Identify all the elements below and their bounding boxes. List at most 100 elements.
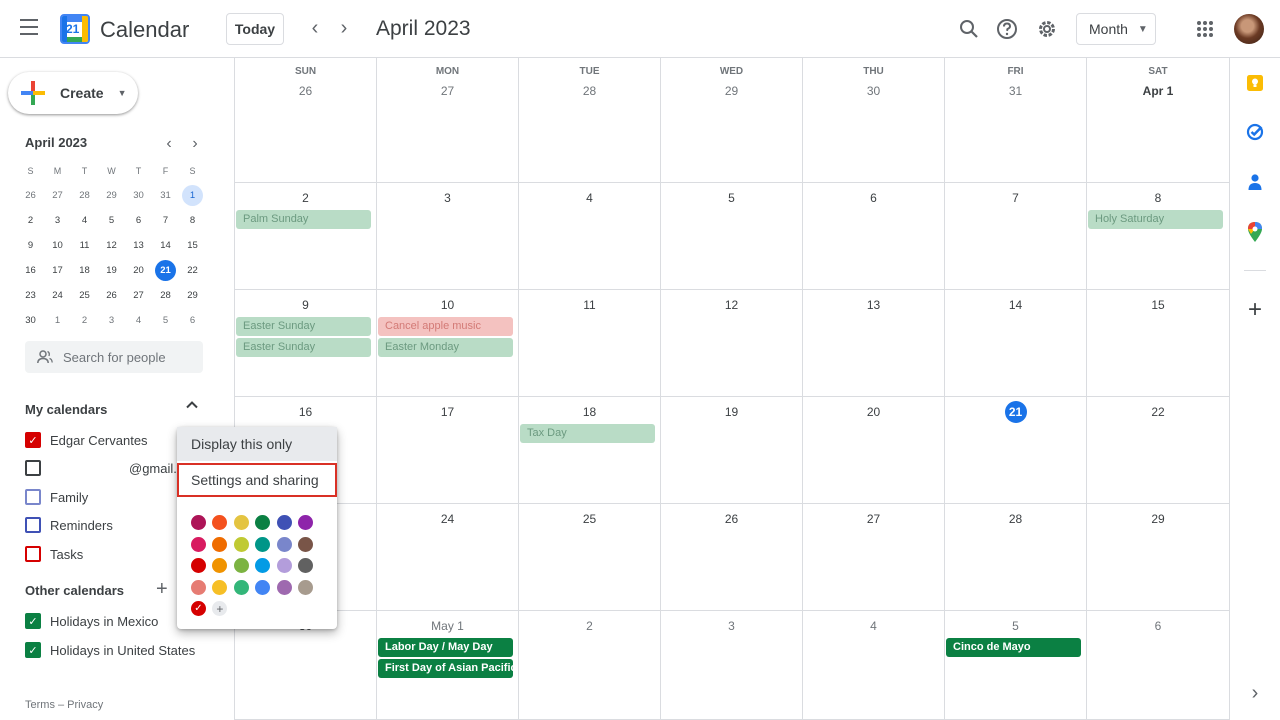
add-custom-color-icon[interactable]: + — [212, 601, 228, 617]
mini-day[interactable]: 1 — [179, 183, 206, 208]
day-cell[interactable]: 8 — [1087, 183, 1230, 289]
day-number[interactable]: Apr 1 — [1087, 84, 1229, 98]
account-avatar[interactable] — [1234, 14, 1264, 44]
search-icon[interactable] — [956, 16, 982, 42]
day-number[interactable]: 18 — [519, 405, 660, 419]
day-cell[interactable]: 25 — [519, 504, 661, 610]
day-number[interactable]: 25 — [519, 512, 660, 526]
color-swatch[interactable] — [233, 558, 249, 574]
my-calendars-title[interactable]: My calendars — [25, 402, 107, 417]
color-swatch[interactable] — [255, 558, 271, 574]
mini-day[interactable]: 6 — [179, 308, 206, 333]
day-cell[interactable]: 6 — [1087, 611, 1230, 719]
day-cell[interactable]: 3 — [377, 183, 519, 289]
color-swatch[interactable] — [212, 579, 228, 595]
mini-day[interactable]: 14 — [152, 233, 179, 258]
selected-color-swatch[interactable]: ✓ — [191, 601, 206, 617]
day-number[interactable]: 12 — [661, 298, 802, 312]
day-number[interactable]: 28 — [945, 512, 1086, 526]
day-cell[interactable]: 21 — [945, 397, 1087, 503]
color-swatch[interactable] — [255, 536, 271, 552]
mini-prev-month-button[interactable]: ‹ — [161, 135, 177, 153]
mini-day[interactable]: 13 — [125, 233, 152, 258]
day-number[interactable]: 7 — [945, 191, 1086, 205]
add-other-calendar-icon[interactable]: + — [156, 578, 168, 601]
color-swatch[interactable] — [297, 536, 313, 552]
mini-day[interactable]: 23 — [17, 283, 44, 308]
day-cell[interactable]: SUN 26 — [235, 58, 377, 182]
expand-panel-icon[interactable]: › — [1244, 682, 1266, 704]
main-menu-icon[interactable] — [20, 19, 42, 39]
day-number[interactable]: 5 — [661, 191, 802, 205]
day-number[interactable]: 11 — [519, 298, 660, 312]
day-number[interactable]: 16 — [235, 405, 376, 419]
day-number[interactable]: 22 — [1087, 405, 1229, 419]
day-cell[interactable]: 13 — [803, 290, 945, 396]
mini-day[interactable]: 30 — [17, 308, 44, 333]
help-icon[interactable] — [994, 16, 1020, 42]
event-chip[interactable]: Labor Day / May Day — [378, 638, 513, 657]
day-number[interactable]: 10 — [377, 298, 518, 312]
mini-day[interactable]: 3 — [44, 208, 71, 233]
mini-day[interactable]: 22 — [179, 258, 206, 283]
app-title[interactable]: Calendar — [100, 17, 189, 43]
day-number[interactable]: 24 — [377, 512, 518, 526]
mini-day[interactable]: 27 — [125, 283, 152, 308]
color-swatch[interactable] — [212, 536, 228, 552]
day-number[interactable]: 28 — [519, 84, 660, 98]
color-swatch[interactable] — [297, 515, 313, 531]
mini-day[interactable]: 1 — [44, 308, 71, 333]
event-chip[interactable]: Cancel apple music — [378, 317, 513, 336]
mini-day[interactable]: 3 — [98, 308, 125, 333]
mini-day[interactable]: 31 — [152, 183, 179, 208]
event-chip[interactable]: Palm Sunday — [236, 210, 371, 229]
day-cell[interactable]: 6 — [803, 183, 945, 289]
day-number[interactable]: 21 — [945, 401, 1086, 423]
mini-day[interactable]: 26 — [98, 283, 125, 308]
previous-month-button[interactable]: ‹ — [303, 16, 327, 40]
contacts-icon[interactable] — [1244, 171, 1266, 193]
mini-next-month-button[interactable]: › — [187, 135, 203, 153]
day-number[interactable]: 9 — [235, 298, 376, 312]
color-swatch[interactable] — [297, 579, 313, 595]
event-chip[interactable]: Easter Sunday — [236, 338, 371, 357]
mini-day[interactable]: 4 — [125, 308, 152, 333]
mini-day[interactable]: 19 — [98, 258, 125, 283]
color-swatch[interactable] — [191, 558, 206, 574]
other-calendars-title[interactable]: Other calendars — [25, 583, 124, 598]
settings-and-sharing-item[interactable]: Settings and sharing — [177, 463, 337, 497]
apps-grid-icon[interactable] — [1192, 16, 1218, 42]
checked-checkbox[interactable]: ✓ — [25, 642, 41, 658]
color-swatch[interactable] — [212, 558, 228, 574]
event-chip[interactable]: First Day of Asian Pacific — [378, 659, 513, 678]
day-cell[interactable]: 17 — [377, 397, 519, 503]
settings-gear-icon[interactable] — [1034, 16, 1060, 42]
mini-day[interactable]: 25 — [71, 283, 98, 308]
mini-day[interactable]: 24 — [44, 283, 71, 308]
day-cell[interactable]: SAT Apr 1 — [1087, 58, 1230, 182]
day-cell[interactable]: FRI 31 — [945, 58, 1087, 182]
day-number[interactable]: 4 — [803, 619, 944, 633]
day-number[interactable]: 8 — [1087, 191, 1229, 205]
day-number[interactable]: 29 — [661, 84, 802, 98]
color-swatch[interactable] — [255, 579, 271, 595]
mini-day[interactable]: 28 — [152, 283, 179, 308]
day-number[interactable]: 19 — [661, 405, 802, 419]
mini-day[interactable]: 20 — [125, 258, 152, 283]
mini-day[interactable]: 30 — [125, 183, 152, 208]
day-number[interactable]: May 1 — [377, 619, 518, 633]
color-swatch[interactable] — [233, 536, 249, 552]
calendar-list-item[interactable]: ✓ Holidays in Mexico — [25, 611, 158, 631]
color-swatch[interactable] — [276, 558, 292, 574]
day-cell[interactable]: 29 — [1087, 504, 1230, 610]
checked-checkbox[interactable]: ✓ — [25, 613, 41, 629]
mini-day[interactable]: 29 — [179, 283, 206, 308]
day-cell[interactable]: MON 27 — [377, 58, 519, 182]
calendar-list-item[interactable]: Family — [25, 487, 88, 507]
event-chip[interactable]: Cinco de Mayo — [946, 638, 1081, 657]
mini-day[interactable]: 28 — [71, 183, 98, 208]
day-cell[interactable]: 14 — [945, 290, 1087, 396]
calendar-logo-icon[interactable]: 21 — [60, 14, 90, 44]
calendar-list-item[interactable]: Tasks — [25, 544, 83, 564]
color-swatch[interactable] — [297, 558, 313, 574]
